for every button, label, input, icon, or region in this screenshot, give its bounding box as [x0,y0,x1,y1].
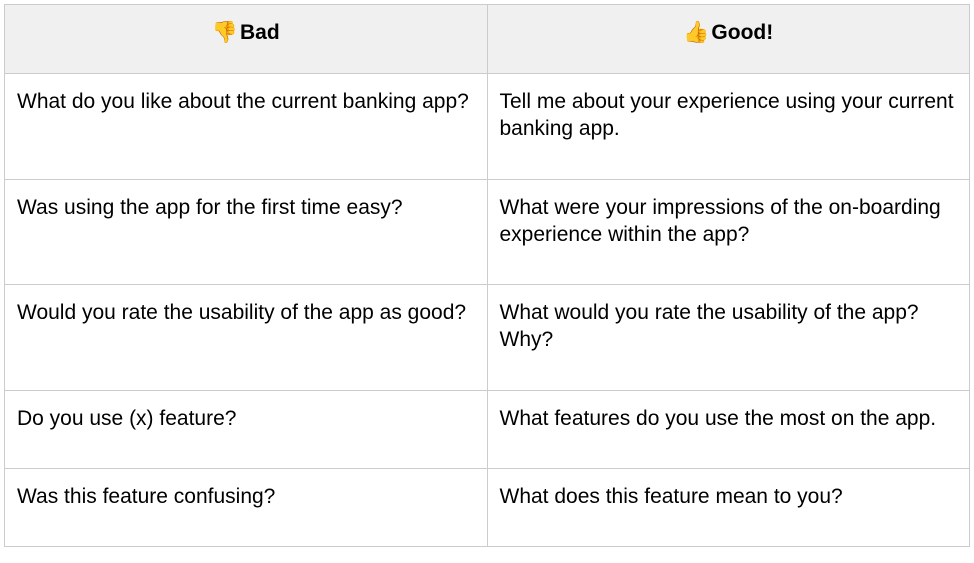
header-bad: 👎Bad [5,5,488,74]
thumbs-up-icon: 👍 [683,21,709,44]
table-row: Was using the app for the first time eas… [5,179,970,285]
cell-good: What were your impressions of the on-boa… [487,179,970,285]
header-good-label: Good! [711,21,773,44]
cell-bad: Would you rate the usability of the app … [5,285,488,391]
cell-bad: What do you like about the current banki… [5,74,488,180]
table-header-row: 👎Bad 👍Good! [5,5,970,74]
cell-good: What features do you use the most on the… [487,390,970,468]
header-bad-label: Bad [240,21,280,44]
comparison-table: 👎Bad 👍Good! What do you like about the c… [4,4,970,547]
cell-good: What does this feature mean to you? [487,469,970,547]
table-row: Do you use (x) feature? What features do… [5,390,970,468]
cell-bad: Do you use (x) feature? [5,390,488,468]
cell-bad: Was using the app for the first time eas… [5,179,488,285]
table-row: What do you like about the current banki… [5,74,970,180]
header-good: 👍Good! [487,5,970,74]
thumbs-down-icon: 👎 [212,21,238,44]
cell-good: Tell me about your experience using your… [487,74,970,180]
cell-good: What would you rate the usability of the… [487,285,970,391]
table-row: Would you rate the usability of the app … [5,285,970,391]
cell-bad: Was this feature confusing? [5,469,488,547]
table-row: Was this feature confusing? What does th… [5,469,970,547]
